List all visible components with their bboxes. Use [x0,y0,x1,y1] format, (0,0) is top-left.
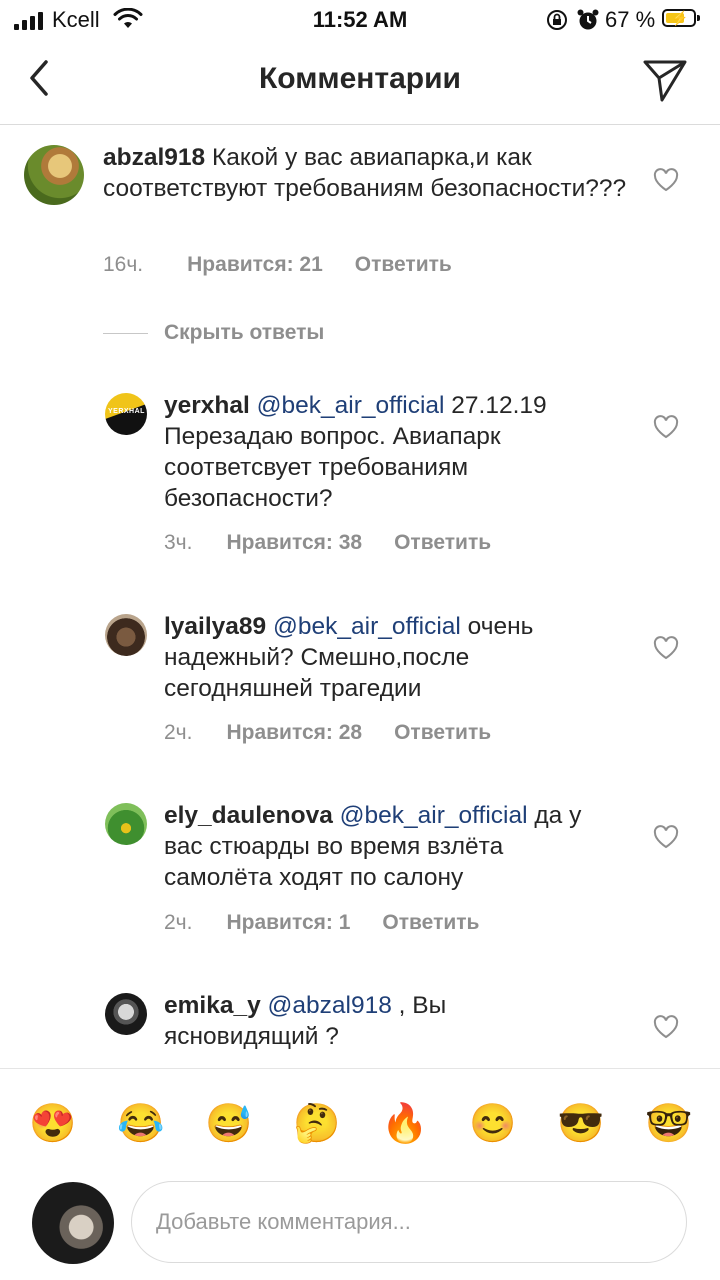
comment-text: abzal918 Какой у вас авиапарка,и как соо… [103,144,627,202]
heart-icon[interactable] [653,415,679,439]
comment-time: 2ч. [164,721,193,744]
heart-icon[interactable] [653,1015,679,1039]
battery-icon: ⚡ [662,9,700,27]
comment-meta: 16ч. Нравится: 21 Ответить [103,253,484,277]
comment-text: emika_y @abzal918 , Вы ясновидящий ? [164,992,447,1050]
thinking-emoji-button[interactable]: 🤔 [293,1101,340,1147]
mention-link[interactable]: @abzal918 [268,992,392,1019]
avatar[interactable] [105,993,147,1035]
mention-link[interactable]: @bek_air_official [257,392,445,419]
divider [103,333,148,334]
fire-emoji-button[interactable]: 🔥 [381,1101,428,1147]
username[interactable]: emika_y [164,992,261,1019]
nerd-emoji-button[interactable]: 🤓 [645,1101,692,1147]
reply-button[interactable]: Ответить [394,721,491,745]
comment-composer [0,1178,720,1280]
heart-eyes-emoji-button[interactable]: 😍 [29,1101,76,1147]
comment-input[interactable] [131,1181,687,1263]
comment-meta: 2ч. Нравится: 28 Ответить [164,721,523,745]
username[interactable]: abzal918 [103,144,205,171]
hide-replies-button[interactable]: Скрыть ответы [164,321,324,345]
comment-main: abzal918 Какой у вас авиапарка,и как соо… [0,142,720,292]
status-bar: Kcell 11:52 AM 67 % ⚡ [0,0,720,40]
avatar[interactable]: YERXHAL [105,393,147,435]
avatar[interactable] [24,145,84,205]
tears-of-joy-emoji-button[interactable]: 😂 [117,1101,164,1147]
reply-button[interactable]: Ответить [382,911,479,935]
heart-icon[interactable] [653,168,679,192]
comment-time: 2ч. [164,911,193,934]
comment-text: lyailya89 @bek_air_official очень надежн… [164,613,534,702]
reply-item: emika_y @abzal918 , Вы ясновидящий ? [0,990,720,1065]
sweat-smile-emoji-button[interactable]: 😅 [205,1101,252,1147]
like-count[interactable]: Нравится: 28 [226,721,362,745]
comment-text: ely_daulenova @bek_air_official да у вас… [164,802,582,891]
comment-time: 16ч. [103,253,144,276]
avatar[interactable] [105,614,147,656]
username[interactable]: yerxhal [164,392,250,419]
nav-bar: Комментарии [0,40,720,125]
alarm-icon [577,9,599,30]
mention-link[interactable]: @bek_air_official [273,613,461,640]
send-icon[interactable] [640,54,690,104]
comment-time: 3ч. [164,531,193,554]
reply-button[interactable]: Ответить [355,253,452,277]
like-count[interactable]: Нравится: 1 [226,911,350,935]
current-user-avatar [32,1182,114,1264]
battery-percent: 67 % [605,7,656,32]
heart-icon[interactable] [653,636,679,660]
like-count[interactable]: Нравится: 21 [187,253,323,277]
reply-button[interactable]: Ответить [394,531,491,555]
avatar[interactable] [105,803,147,845]
reply-item: lyailya89 @bek_air_official очень надежн… [0,611,720,751]
mention-link[interactable]: @bek_air_official [340,802,528,829]
like-count[interactable]: Нравится: 38 [226,531,362,555]
reply-item: YERXHAL yerxhal @bek_air_official 27.12.… [0,390,720,560]
page-title: Комментарии [258,62,462,95]
emoji-quick-bar: 😍 😂 😅 🤔 🔥 😊 😎 🤓 [0,1068,720,1179]
heart-icon[interactable] [653,825,679,849]
smile-emoji-button[interactable]: 😊 [469,1101,516,1147]
username[interactable]: ely_daulenova [164,802,333,829]
comment-meta: 3ч. Нравится: 38 Ответить [164,531,523,555]
comment-text: yerxhal @bek_air_official 27.12.19 Перез… [164,392,547,512]
sunglasses-emoji-button[interactable]: 😎 [557,1101,604,1147]
username[interactable]: lyailya89 [164,613,266,640]
reply-item: ely_daulenova @bek_air_official да у вас… [0,800,720,940]
comment-meta: 2ч. Нравится: 1 Ответить [164,911,511,935]
rotation-lock-icon [547,10,567,30]
